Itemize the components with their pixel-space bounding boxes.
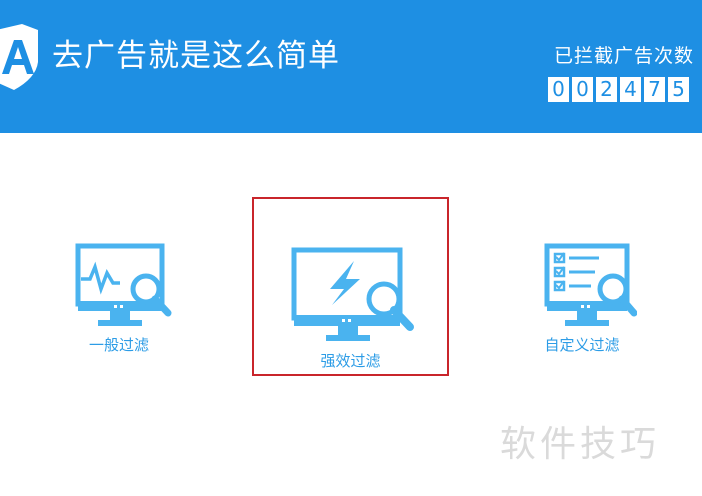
- app-header: 去广告就是这么简单 已拦截广告次数 0 0 2 4 7 5: [0, 0, 702, 133]
- monitor-checklist-search-icon: [544, 243, 637, 326]
- counter-digit: 5: [668, 77, 689, 102]
- mode-strong-filter[interactable]: 强效过滤: [252, 197, 449, 376]
- adblock-shield-icon: [0, 24, 38, 90]
- counter-digit: 0: [548, 77, 569, 102]
- counter-digit: 2: [596, 77, 617, 102]
- monitor-pulse-search-icon: [75, 243, 172, 326]
- mode-label: 强效过滤: [320, 352, 381, 370]
- app-title: 去广告就是这么简单: [52, 38, 340, 74]
- counter-digit: 0: [572, 77, 593, 102]
- mode-general-filter[interactable]: 一般过滤: [54, 243, 184, 355]
- monitor-lightning-search-icon: [291, 247, 414, 341]
- mode-label: 一般过滤: [88, 336, 149, 354]
- mode-custom-filter[interactable]: 自定义过滤: [512, 243, 652, 355]
- blocked-count-label: 已拦截广告次数: [553, 45, 694, 67]
- mode-label: 自定义过滤: [544, 336, 620, 354]
- counter-digit: 4: [620, 77, 641, 102]
- counter-digit: 7: [644, 77, 665, 102]
- blocked-count-display: 0 0 2 4 7 5: [548, 77, 689, 102]
- watermark: 软件技巧: [500, 424, 661, 465]
